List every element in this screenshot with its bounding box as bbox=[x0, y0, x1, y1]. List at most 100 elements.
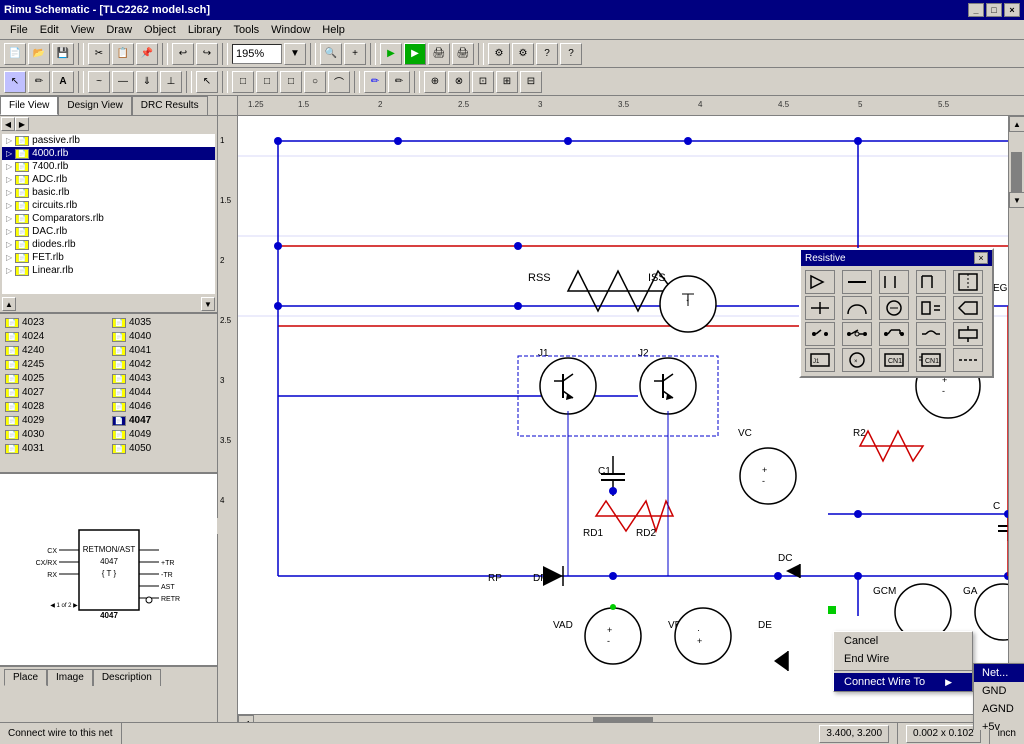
comp-4245[interactable]: 📄 4245 bbox=[2, 358, 108, 371]
tree-item-diodes[interactable]: ▷ 📄 diodes.rlb bbox=[2, 238, 215, 251]
draw2-button[interactable]: — bbox=[112, 71, 134, 93]
panel-icon-10[interactable] bbox=[953, 296, 983, 320]
tool2-button[interactable]: ⚙ bbox=[512, 43, 534, 65]
paste-button[interactable]: 📌 bbox=[136, 43, 158, 65]
tool3-button[interactable]: ? bbox=[536, 43, 558, 65]
draw10-button[interactable]: ⌒ bbox=[328, 71, 350, 93]
comp-4041[interactable]: 📄 4041 bbox=[109, 344, 215, 357]
tree-item-comparators[interactable]: ▷ 📄 Comparators.rlb bbox=[2, 212, 215, 225]
tree-down[interactable]: ▼ bbox=[201, 297, 215, 311]
panel-icon-19[interactable]: CN1 bbox=[916, 348, 946, 372]
panel-icon-9[interactable] bbox=[916, 296, 946, 320]
comp-4035[interactable]: 📄 4035 bbox=[109, 316, 215, 329]
menu-tools[interactable]: Tools bbox=[227, 22, 265, 38]
text-button[interactable]: A bbox=[52, 71, 74, 93]
comp-4025[interactable]: 📄 4025 bbox=[2, 372, 108, 385]
comp-4024[interactable]: 📄 4024 bbox=[2, 330, 108, 343]
panel-icon-11[interactable] bbox=[805, 322, 835, 346]
menu-library[interactable]: Library bbox=[182, 22, 228, 38]
comp-4030[interactable]: 📄 4030 bbox=[2, 428, 108, 441]
tree-item-fet[interactable]: ▷ 📄 FET.rlb bbox=[2, 251, 215, 264]
color1-button[interactable]: ✏ bbox=[364, 71, 386, 93]
close-button[interactable]: × bbox=[1004, 3, 1020, 17]
panel-icon-16[interactable]: J1 bbox=[805, 348, 835, 372]
panel-close-button[interactable]: × bbox=[974, 252, 988, 264]
schematic-area[interactable]: 1.25 1.5 2 2.5 3 3.5 4 4.5 5 5.5 1 1.5 2… bbox=[218, 96, 1024, 730]
menu-window[interactable]: Window bbox=[265, 22, 316, 38]
comp-4046[interactable]: 📄 4046 bbox=[109, 400, 215, 413]
tree-item-passive[interactable]: ▷ 📄 passive.rlb bbox=[2, 134, 215, 147]
panel-icon-3[interactable] bbox=[879, 270, 909, 294]
panel-icon-2[interactable] bbox=[842, 270, 872, 294]
scroll-down-button[interactable]: ▼ bbox=[1009, 192, 1024, 208]
ctx-end-wire[interactable]: End Wire bbox=[834, 650, 972, 668]
submenu-header[interactable]: Net... bbox=[974, 664, 1024, 682]
tree-item-linear[interactable]: ▷ 📄 Linear.rlb bbox=[2, 264, 215, 277]
comp-4049[interactable]: 📄 4049 bbox=[109, 428, 215, 441]
tree-item-dac[interactable]: ▷ 📄 DAC.rlb bbox=[2, 225, 215, 238]
tool1-button[interactable]: ⚙ bbox=[488, 43, 510, 65]
tree-item-adc[interactable]: ▷ 📄 ADC.rlb bbox=[2, 173, 215, 186]
tab-design-view[interactable]: Design View bbox=[58, 96, 131, 115]
panel-icon-1[interactable] bbox=[805, 270, 835, 294]
panel-icon-8[interactable] bbox=[879, 296, 909, 320]
submenu-gnd[interactable]: GND bbox=[974, 682, 1024, 700]
draw5-button[interactable]: ↖ bbox=[196, 71, 218, 93]
tool4-button[interactable]: ? bbox=[560, 43, 582, 65]
tree-item-circuits[interactable]: ▷ 📄 circuits.rlb bbox=[2, 199, 215, 212]
panel-icon-4[interactable] bbox=[916, 270, 946, 294]
zoom-in-button[interactable]: + bbox=[344, 43, 366, 65]
submenu-5v[interactable]: +5v bbox=[974, 718, 1024, 730]
panel-icon-7[interactable] bbox=[842, 296, 872, 320]
comp-4023[interactable]: 📄 4023 bbox=[2, 316, 108, 329]
tab-place[interactable]: Place bbox=[4, 669, 47, 686]
tree-scroll-left[interactable]: ◀ bbox=[1, 117, 15, 131]
panel-icon-20[interactable] bbox=[953, 348, 983, 372]
maximize-button[interactable]: □ bbox=[986, 3, 1002, 17]
misc3-button[interactable]: ⊡ bbox=[472, 71, 494, 93]
comp-4027[interactable]: 📄 4027 bbox=[2, 386, 108, 399]
schematic-content[interactable]: RSS ISS ↓ J1 J2 bbox=[238, 116, 1008, 714]
comp-4042[interactable]: 📄 4042 bbox=[109, 358, 215, 371]
menu-edit[interactable]: Edit bbox=[34, 22, 65, 38]
panel-icon-6[interactable] bbox=[805, 296, 835, 320]
comp-4044[interactable]: 📄 4044 bbox=[109, 386, 215, 399]
new-button[interactable]: 📄 bbox=[4, 43, 26, 65]
tree-item-7400[interactable]: ▷ 📄 7400.rlb bbox=[2, 160, 215, 173]
tab-image[interactable]: Image bbox=[47, 669, 93, 686]
tab-drc-results[interactable]: DRC Results bbox=[132, 96, 208, 115]
undo-button[interactable]: ↩ bbox=[172, 43, 194, 65]
tree-item-4000[interactable]: ▷ 📄 4000.rlb bbox=[2, 147, 215, 160]
menu-draw[interactable]: Draw bbox=[100, 22, 138, 38]
redo-button[interactable]: ↪ bbox=[196, 43, 218, 65]
menu-view[interactable]: View bbox=[65, 22, 101, 38]
menu-object[interactable]: Object bbox=[138, 22, 182, 38]
cut-button[interactable]: ✂ bbox=[88, 43, 110, 65]
tree-scroll-right[interactable]: ▶ bbox=[15, 117, 29, 131]
tab-file-view[interactable]: File View bbox=[0, 96, 58, 115]
draw3-button[interactable]: ⇓ bbox=[136, 71, 158, 93]
comp-4031[interactable]: 📄 4031 bbox=[2, 442, 108, 455]
open-button[interactable]: 📂 bbox=[28, 43, 50, 65]
zoom-input[interactable]: 195% bbox=[232, 44, 282, 64]
draw4-button[interactable]: ⊥ bbox=[160, 71, 182, 93]
draw7-button[interactable]: □ bbox=[256, 71, 278, 93]
misc5-button[interactable]: ⊟ bbox=[520, 71, 542, 93]
misc4-button[interactable]: ⊞ bbox=[496, 71, 518, 93]
tree-item-basic[interactable]: ▷ 📄 basic.rlb bbox=[2, 186, 215, 199]
panel-icon-18[interactable]: CN1 bbox=[879, 348, 909, 372]
comp-4050[interactable]: 📄 4050 bbox=[109, 442, 215, 455]
comp-4047[interactable]: 📄 4047 bbox=[109, 414, 215, 427]
panel-icon-14[interactable] bbox=[916, 322, 946, 346]
misc2-button[interactable]: ⊗ bbox=[448, 71, 470, 93]
wire2-button[interactable]: ~ bbox=[88, 71, 110, 93]
zoom-dropdown[interactable]: ▼ bbox=[284, 43, 306, 65]
tree-up[interactable]: ▲ bbox=[2, 297, 16, 311]
zoom-fit-button[interactable]: 🔍 bbox=[320, 43, 342, 65]
select-button[interactable]: ↖ bbox=[4, 71, 26, 93]
panel-icon-17[interactable]: × bbox=[842, 348, 872, 372]
comp-4043[interactable]: 📄 4043 bbox=[109, 372, 215, 385]
comp-4040[interactable]: 📄 4040 bbox=[109, 330, 215, 343]
comp-4240[interactable]: 📄 4240 bbox=[2, 344, 108, 357]
scroll-up-button[interactable]: ▲ bbox=[1009, 116, 1024, 132]
